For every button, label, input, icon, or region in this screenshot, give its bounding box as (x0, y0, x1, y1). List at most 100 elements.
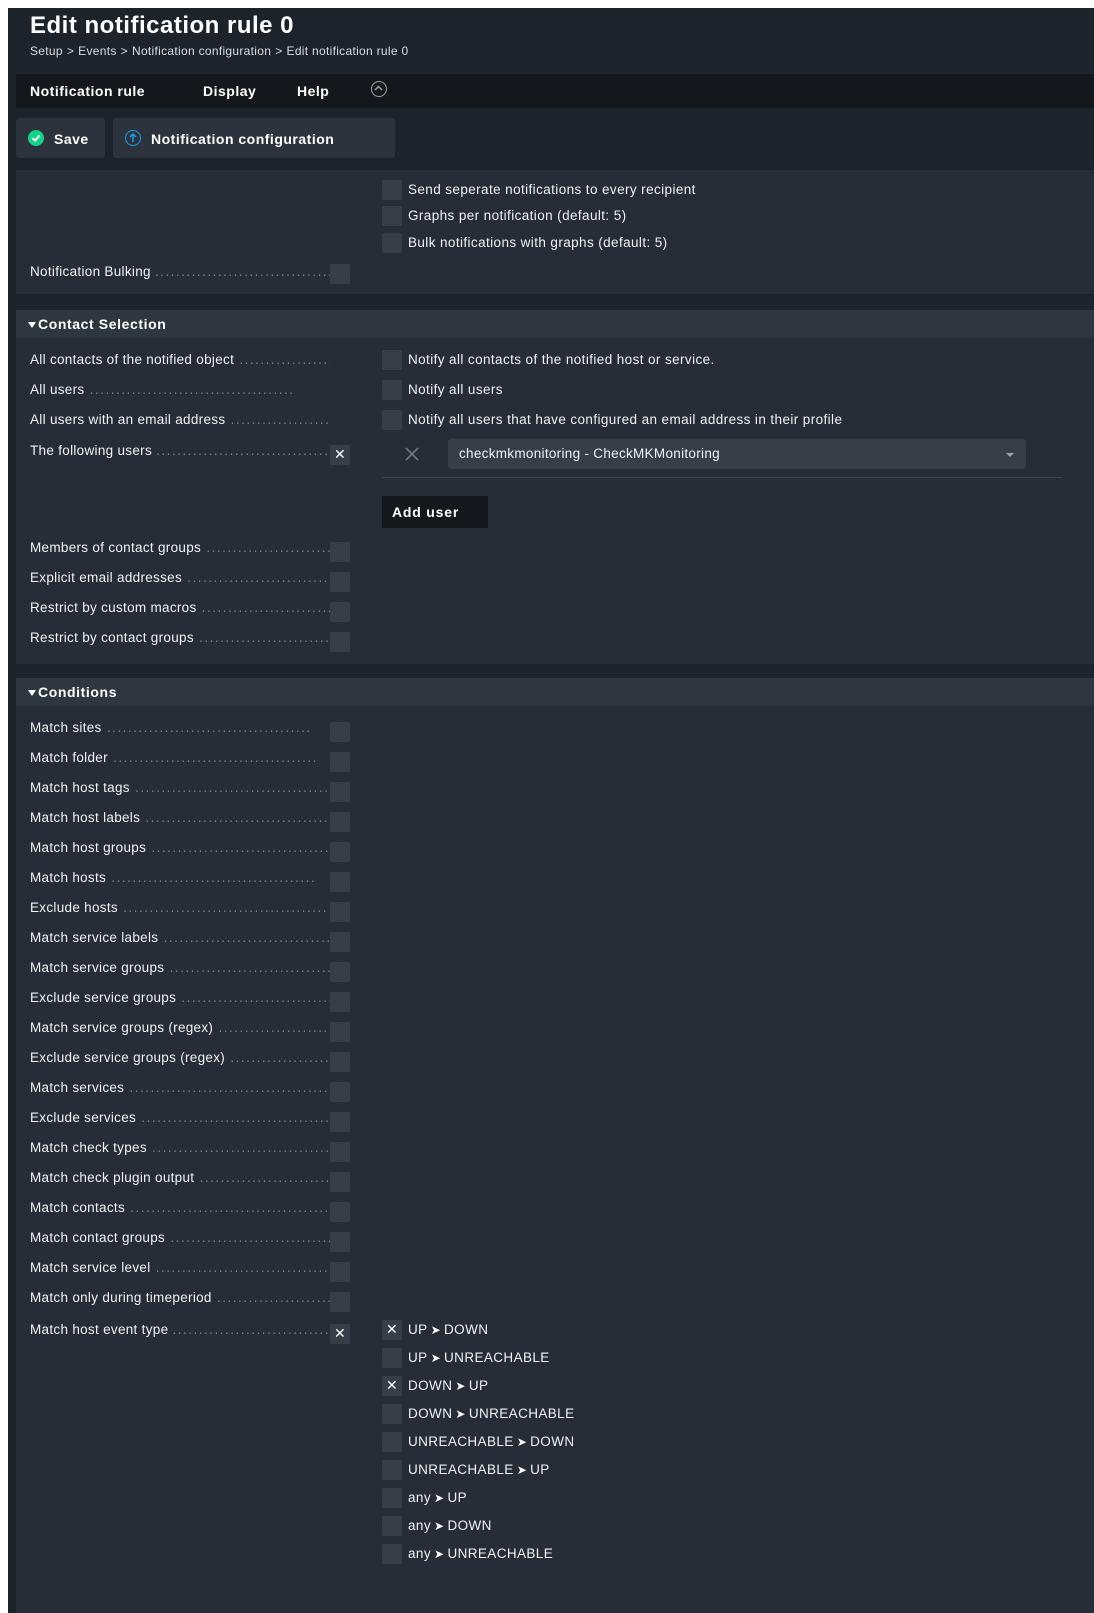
match-service-labels-checkbox[interactable] (330, 932, 350, 952)
host-event-label: UP ➤ DOWN (408, 1322, 489, 1337)
breadcrumb-separator: > (66, 44, 75, 58)
restrict-by-custom-macros-label: Restrict by custom macros ..............… (30, 600, 330, 615)
exclude-service-groups-checkbox[interactable] (330, 992, 350, 1012)
notification-bulking-checkbox[interactable] (330, 264, 350, 284)
arrow-right-icon: ➤ (433, 1491, 445, 1505)
collapse-triangle-icon (28, 690, 36, 696)
remove-user-icon[interactable] (402, 444, 422, 464)
contact-selection-header[interactable]: Contact Selection (16, 310, 1094, 338)
checkbox[interactable] (382, 350, 402, 370)
checkbox[interactable] (382, 380, 402, 400)
host-event-label: UNREACHABLE ➤ UP (408, 1462, 550, 1477)
arrow-right-icon: ➤ (516, 1435, 528, 1449)
match-folder-checkbox[interactable] (330, 752, 350, 772)
restrict-by-custom-macros-checkbox[interactable] (330, 602, 350, 622)
chevron-down-icon (1006, 453, 1014, 457)
explicit-email-addresses-label: Explicit email addresses ...............… (30, 570, 330, 585)
breadcrumb-item[interactable]: Notification configuration (132, 44, 271, 58)
match-host-groups-checkbox[interactable] (330, 842, 350, 862)
checkbox[interactable] (382, 233, 402, 253)
exclude-services-label: Exclude services .......................… (30, 1110, 330, 1125)
checkbox[interactable] (382, 410, 402, 430)
conditions-header[interactable]: Conditions (16, 678, 1094, 706)
checkbox[interactable] (382, 1460, 402, 1480)
option-label: Notify all users (408, 382, 503, 397)
match-check-types-checkbox[interactable] (330, 1142, 350, 1162)
checkbox[interactable] (382, 1348, 402, 1368)
exclude-service-groups-regex-label: Exclude service groups (regex) .........… (30, 1050, 330, 1065)
arrow-right-icon: ➤ (455, 1407, 466, 1421)
exclude-service-groups-label: Exclude service groups .................… (30, 990, 330, 1005)
checkbox[interactable] (382, 1320, 402, 1340)
match-host-tags-label: Match host tags ........................… (30, 780, 330, 795)
add-user-button[interactable]: Add user (382, 496, 488, 528)
checkbox[interactable] (382, 1376, 402, 1396)
match-hosts-label: Match hosts ............................… (30, 870, 317, 885)
match-service-groups-regex-checkbox[interactable] (330, 1022, 350, 1042)
match-sites-checkbox[interactable] (330, 722, 350, 742)
checkbox[interactable] (382, 206, 402, 226)
all-users-with-an-email-address-label: All users with an email address ........… (30, 412, 330, 427)
option-label: Notify all contacts of the notified host… (408, 352, 715, 367)
menu-notification-rule[interactable]: Notification rule (30, 83, 145, 99)
host-event-label: UNREACHABLE ➤ DOWN (408, 1434, 575, 1449)
arrow-right-icon: ➤ (455, 1379, 466, 1393)
breadcrumb-separator: > (120, 44, 128, 58)
breadcrumb-item[interactable]: Edit notification rule 0 (287, 44, 409, 58)
checkbox[interactable] (382, 180, 402, 200)
host-event-label: UP ➤ UNREACHABLE (408, 1350, 550, 1365)
checkbox[interactable] (382, 1432, 402, 1452)
save-button[interactable]: Save (16, 118, 105, 158)
match-check-plugin-output-checkbox[interactable] (330, 1172, 350, 1192)
following-users-checkbox[interactable] (330, 445, 350, 465)
match-host-event-type-label: Match host event type ..................… (30, 1322, 330, 1337)
members-of-contact-groups-checkbox[interactable] (330, 542, 350, 562)
restrict-by-contact-groups-checkbox[interactable] (330, 632, 350, 652)
option-label: Bulk notifications with graphs (default:… (408, 235, 668, 250)
notification-bulking-label: Notification Bulking ...................… (30, 264, 330, 279)
match-services-label: Match services .........................… (30, 1080, 330, 1095)
match-service-level-checkbox[interactable] (330, 1262, 350, 1282)
breadcrumb-item[interactable]: Events (78, 44, 117, 58)
match-service-labels-label: Match service labels ...................… (30, 930, 330, 945)
match-host-labels-checkbox[interactable] (330, 812, 350, 832)
arrow-right-icon: ➤ (430, 1351, 442, 1365)
restrict-by-contact-groups-label: Restrict by contact groups .............… (30, 630, 330, 645)
exclude-service-groups-regex-checkbox[interactable] (330, 1052, 350, 1072)
match-contact-groups-checkbox[interactable] (330, 1232, 350, 1252)
option-label: Send seperate notifications to every rec… (408, 182, 696, 197)
menu-display[interactable]: Display (203, 83, 256, 99)
checkbox[interactable] (382, 1544, 402, 1564)
collapse-triangle-icon (28, 322, 36, 328)
add-user-label: Add user (392, 504, 460, 520)
menu-bar: Notification rule Display Help (16, 74, 1094, 108)
checkbox[interactable] (382, 1488, 402, 1508)
match-contacts-checkbox[interactable] (330, 1202, 350, 1222)
members-of-contact-groups-label: Members of contact groups ..............… (30, 540, 330, 555)
match-host-tags-checkbox[interactable] (330, 782, 350, 802)
match-hosts-checkbox[interactable] (330, 872, 350, 892)
notification-configuration-button[interactable]: Notification configuration (113, 118, 395, 158)
explicit-email-addresses-checkbox[interactable] (330, 572, 350, 592)
match-service-groups-checkbox[interactable] (330, 962, 350, 982)
menu-help[interactable]: Help (297, 83, 329, 99)
breadcrumb-item[interactable]: Setup (30, 44, 63, 58)
notification-configuration-label: Notification configuration (151, 131, 335, 147)
collapse-menu-icon[interactable] (371, 81, 387, 97)
checkbox[interactable] (382, 1404, 402, 1424)
match-host-labels-label: Match host labels ......................… (30, 810, 330, 825)
exclude-services-checkbox[interactable] (330, 1112, 350, 1132)
user-select-dropdown[interactable]: checkmkmonitoring - CheckMKMonitoring (448, 439, 1026, 469)
all-contacts-of-the-notified-object-label: All contacts of the notified object ....… (30, 352, 330, 367)
exclude-hosts-checkbox[interactable] (330, 902, 350, 922)
checkbox[interactable] (382, 1516, 402, 1536)
all-users-label: All users ..............................… (30, 382, 295, 397)
match-only-during-timeperiod-checkbox[interactable] (330, 1292, 350, 1312)
match-contact-groups-label: Match contact groups ...................… (30, 1230, 330, 1245)
match-services-checkbox[interactable] (330, 1082, 350, 1102)
page-title: Edit notification rule 0 (30, 12, 295, 39)
checkmark-icon (28, 130, 44, 146)
app-window: Edit notification rule 0 Setup > Events … (8, 8, 1094, 1613)
divider (382, 477, 1062, 478)
match-host-event-type-checkbox[interactable] (330, 1324, 350, 1344)
